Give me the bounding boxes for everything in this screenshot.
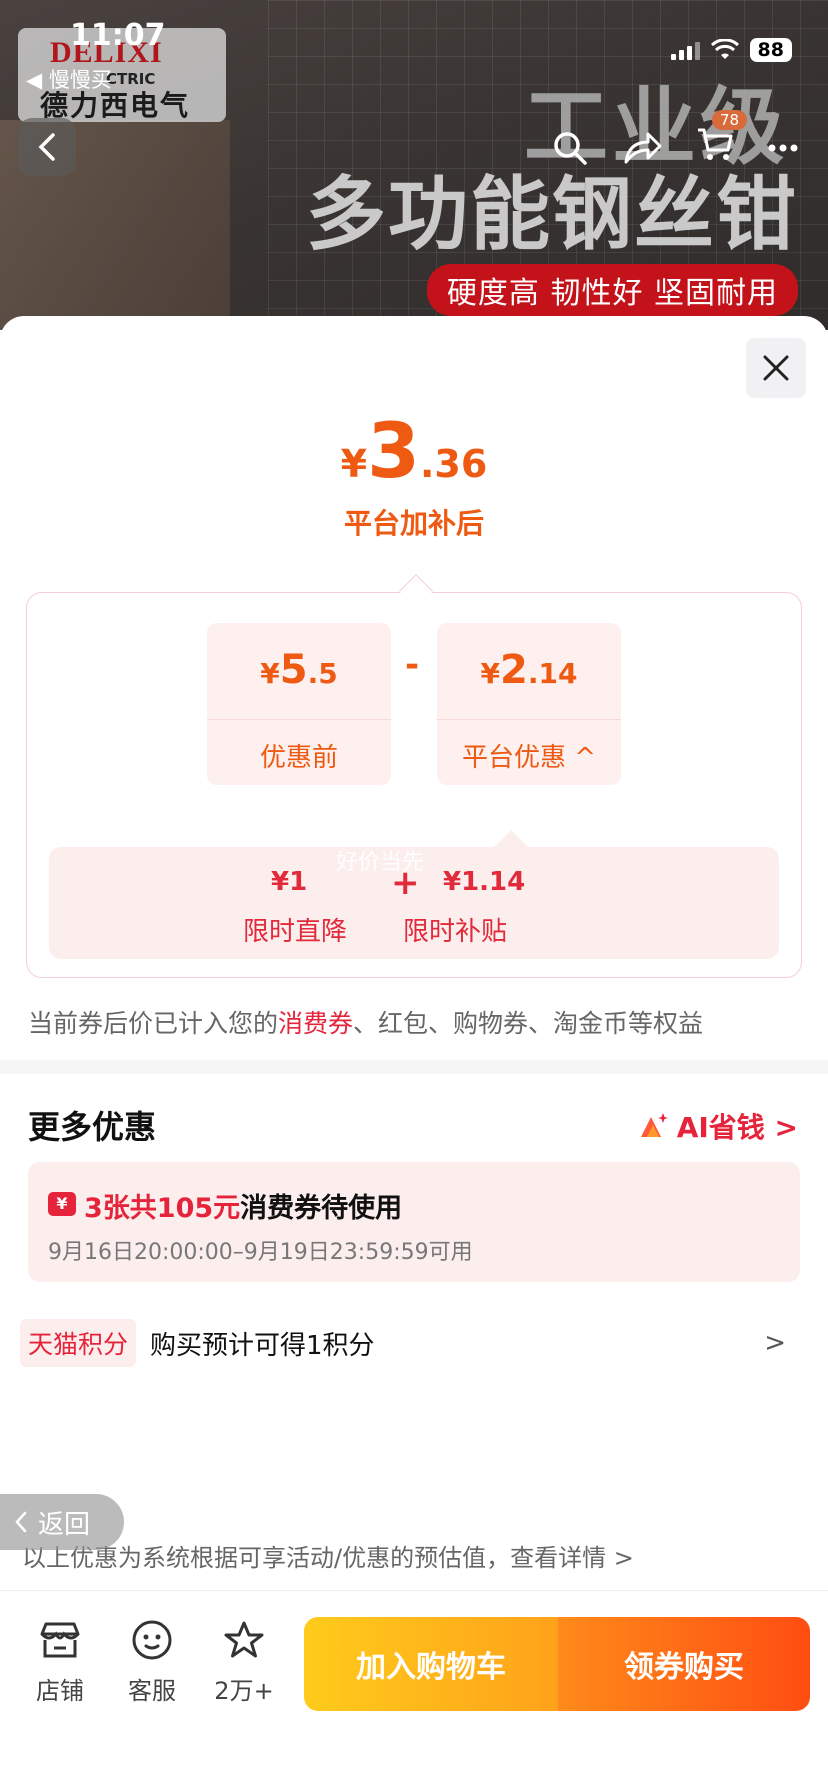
more-offers-title: 更多优惠 [28,1108,157,1146]
breakdown-pointer [494,830,528,864]
platform-discount-box[interactable]: ¥2.14 平台优惠 ^ [437,623,621,785]
divider [207,719,391,720]
favorite-button[interactable]: 2万+ [204,1617,284,1706]
chevron-right-icon: > [764,1328,786,1358]
minus-sign: - [405,645,420,685]
direct-cut-label: 限时直降 [243,917,348,947]
status-time: 11:07 [70,18,166,53]
status-icons: 88 [670,38,792,62]
bottom-action-bar: 店铺 客服 2万+ 加入购物车 领券购买 [0,1590,828,1792]
cart-button[interactable]: 78 [696,110,748,170]
buy-with-coupon-button[interactable]: 领券购买 [558,1617,810,1711]
close-button[interactable] [746,338,806,398]
cart-icon [698,128,733,160]
search-icon[interactable] [552,130,588,166]
more-icon[interactable] [768,143,798,153]
signal-icon [670,40,700,60]
price-before-int: 5 [279,647,308,693]
platform-discount-label: 平台优惠 ^ [461,743,597,773]
top-actions: 78 [552,110,798,170]
direct-cut-value: ¥1 [271,867,308,897]
note-prefix: 当前券后价已计入您的 [28,1009,279,1038]
points-text: 购买预计可得1积分 [150,1330,375,1361]
price-before-value: ¥5.5 [207,647,391,693]
ai-sparkle-icon [640,1113,668,1137]
product-image-banner[interactable]: DELIXI CTRIC 德力西电气 11:07 ◀ 慢慢买 88 工业级 多功… [0,0,828,330]
coupon-title: 3张共105元消费券待使用 [84,1186,402,1225]
note-highlight: 消费券 [278,1009,354,1038]
floating-back-button[interactable]: 返回 [0,1494,124,1550]
card-pointer [399,574,433,608]
battery-icon: 88 [749,38,792,62]
section-divider [0,1060,828,1074]
favorite-count: 2万+ [214,1677,274,1705]
chevron-left-icon [15,1511,27,1533]
chevron-left-icon [38,133,55,161]
price-detail-sheet: ¥3.36 平台加补后 ¥5.5 优惠前 - ¥2.14 平台优惠 ^ ¥1 限… [0,316,828,1792]
ai-save-label: AI省钱 > [676,1111,798,1144]
final-price-dec: .36 [420,442,488,486]
final-price-label: 平台加补后 [343,507,484,540]
price-before-box: ¥5.5 优惠前 [207,623,391,785]
yen-coupon-icon: ¥ [48,1192,76,1216]
cart-badge: 78 [712,110,748,130]
customer-service-label: 客服 [128,1677,176,1705]
divider [437,719,621,720]
store-label: 店铺 [36,1677,84,1705]
coupon-count: 3张共105元 [84,1193,241,1224]
final-price: ¥3.36 [0,406,828,495]
floating-back-label: 返回 [38,1509,91,1540]
final-price-int: 3 [367,406,420,495]
price-calculation-card: ¥5.5 优惠前 - ¥2.14 平台优惠 ^ ¥1 限时直降 + ¥1.14 … [26,574,802,978]
subsidy-label: 限时补贴 [403,917,508,947]
tmall-points-tag: 天猫积分 [20,1319,137,1367]
add-to-cart-button[interactable]: 加入购物车 [304,1617,558,1711]
price-before-yen: ¥ [260,657,280,690]
coupon-note: 当前券后价已计入您的消费券、红包、购物券、淘金币等权益 [28,1004,703,1040]
discount-dec: .14 [527,657,578,690]
share-icon[interactable] [622,130,662,166]
store-button[interactable]: 店铺 [20,1617,100,1706]
platform-discount-value: ¥2.14 [437,647,621,693]
discount-yen: ¥ [480,657,501,690]
watermark: 好价当先 [336,850,425,875]
tmall-points-row[interactable]: 天猫积分 购买预计可得1积分 > [20,1316,808,1370]
price-before-label: 优惠前 [259,743,338,773]
wifi-icon [710,39,739,59]
discount-int: 2 [500,647,528,693]
final-price-yen: ¥ [340,442,368,486]
back-to-app-link[interactable]: ◀ 慢慢买 [26,64,112,94]
ai-save-link[interactable]: AI省钱 > [637,1106,798,1146]
coupon-card[interactable]: ¥ 3张共105元消费券待使用 9月16日20:00:00–9月19日23:59… [28,1162,800,1282]
note-suffix: 、红包、购物券、淘金币等权益 [353,1009,704,1038]
customer-service-button[interactable]: 客服 [112,1617,192,1706]
banner-tagline: 硬度高 韧性好 坚固耐用 [426,264,798,316]
customer-service-icon [132,1620,172,1660]
store-icon [40,1622,80,1658]
subsidy-value: ¥1.14 [443,867,526,897]
price-before-dec: .5 [307,657,338,690]
close-icon [763,355,789,381]
purchase-buttons: 加入购物车 领券购买 [304,1617,810,1711]
back-button[interactable] [18,118,76,176]
coupon-validity: 9月16日20:00:00–9月19日23:59:59可用 [48,1240,473,1265]
coupon-main-text: 消费券待使用 [240,1193,403,1224]
star-icon [224,1621,264,1658]
